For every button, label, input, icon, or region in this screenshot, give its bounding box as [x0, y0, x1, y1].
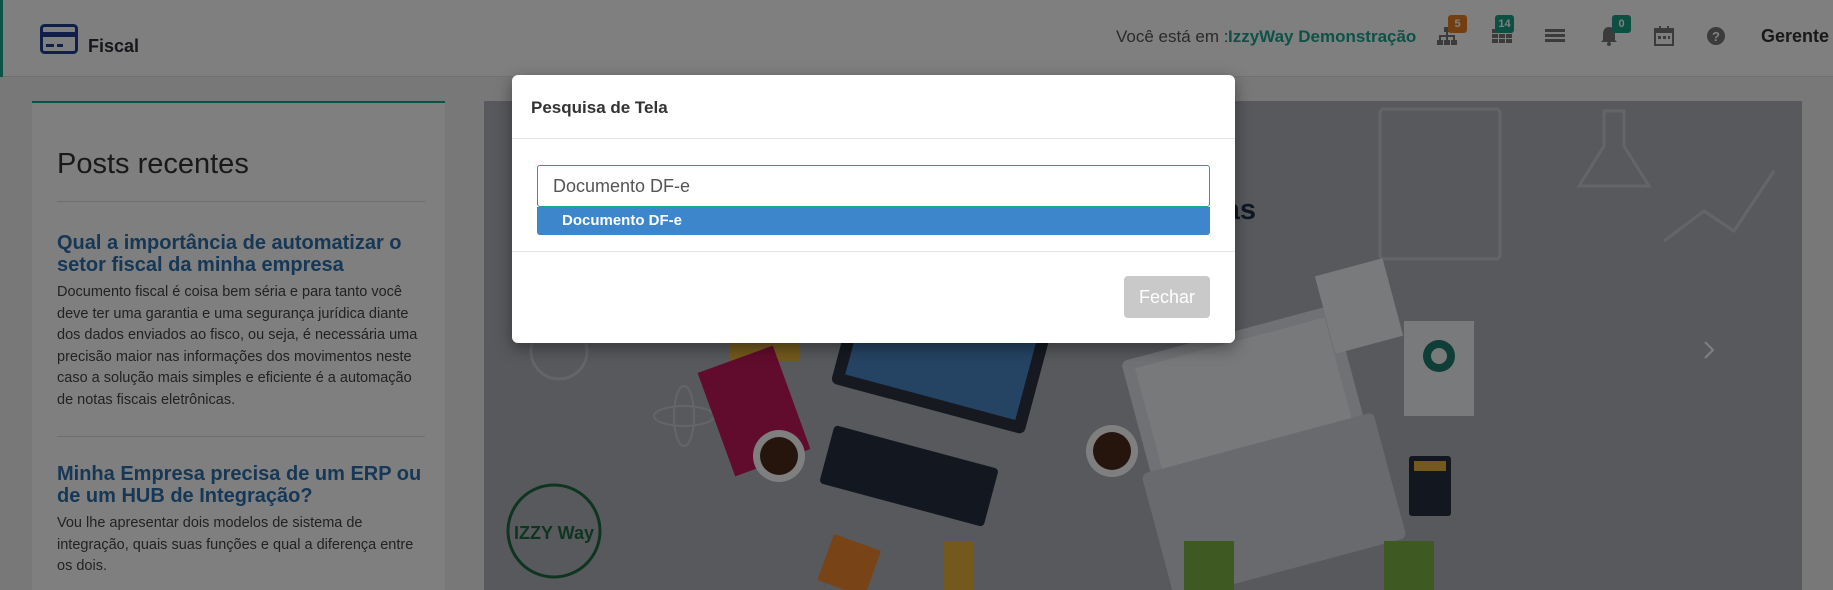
screen-search-modal: Pesquisa de Tela Documento DF-e Fechar: [512, 75, 1235, 343]
divider: [512, 251, 1235, 252]
modal-title: Pesquisa de Tela: [531, 98, 668, 117]
modal-header: Pesquisa de Tela: [512, 75, 1235, 139]
screen-search-input[interactable]: [537, 165, 1210, 207]
search-suggestion-item[interactable]: Documento DF-e: [537, 207, 1210, 235]
close-button[interactable]: Fechar: [1124, 276, 1210, 318]
